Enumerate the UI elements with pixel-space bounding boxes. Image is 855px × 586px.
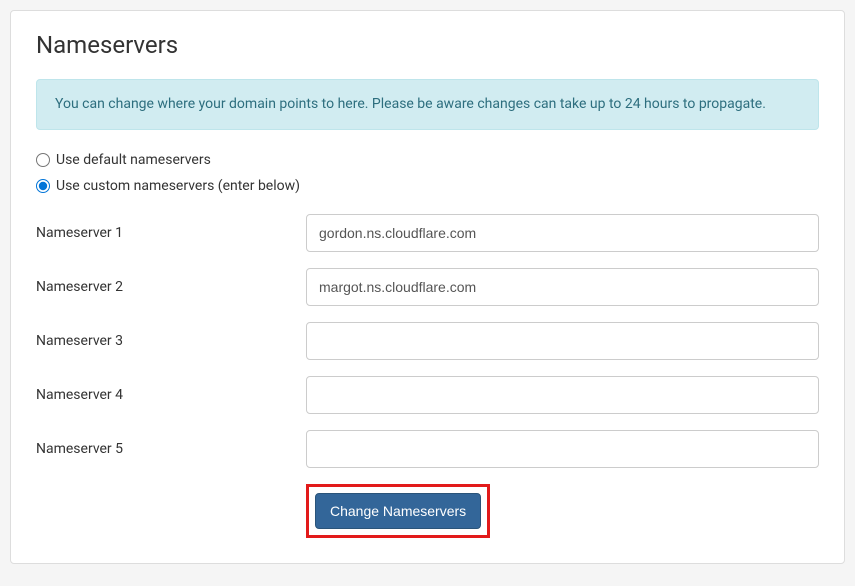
nameserver-5-input[interactable] <box>306 430 819 468</box>
nameserver-row-4: Nameserver 4 <box>36 376 819 414</box>
radio-default-label[interactable]: Use default nameservers <box>56 152 211 168</box>
radio-default[interactable] <box>36 153 50 167</box>
radio-default-item: Use default nameservers <box>36 152 819 168</box>
nameserver-mode-radios: Use default nameservers Use custom names… <box>36 152 819 194</box>
nameserver-4-label: Nameserver 4 <box>36 387 306 403</box>
radio-custom-item: Use custom nameservers (enter below) <box>36 178 819 194</box>
nameservers-panel: Nameservers You can change where your do… <box>10 10 845 564</box>
radio-custom[interactable] <box>36 179 50 193</box>
nameserver-2-label: Nameserver 2 <box>36 279 306 295</box>
change-nameservers-button[interactable]: Change Nameservers <box>315 493 481 529</box>
nameserver-3-label: Nameserver 3 <box>36 333 306 349</box>
info-alert: You can change where your domain points … <box>36 79 819 130</box>
panel-heading: Nameservers <box>36 31 819 59</box>
nameserver-3-input[interactable] <box>306 322 819 360</box>
nameserver-2-input[interactable] <box>306 268 819 306</box>
nameserver-row-2: Nameserver 2 <box>36 268 819 306</box>
nameserver-1-input[interactable] <box>306 214 819 252</box>
highlight-box: Change Nameservers <box>306 484 490 538</box>
nameserver-4-input[interactable] <box>306 376 819 414</box>
submit-row: Change Nameservers <box>36 484 819 538</box>
nameserver-5-label: Nameserver 5 <box>36 441 306 457</box>
nameserver-1-label: Nameserver 1 <box>36 225 306 241</box>
nameserver-row-5: Nameserver 5 <box>36 430 819 468</box>
nameserver-row-3: Nameserver 3 <box>36 322 819 360</box>
nameserver-row-1: Nameserver 1 <box>36 214 819 252</box>
radio-custom-label[interactable]: Use custom nameservers (enter below) <box>56 178 300 194</box>
